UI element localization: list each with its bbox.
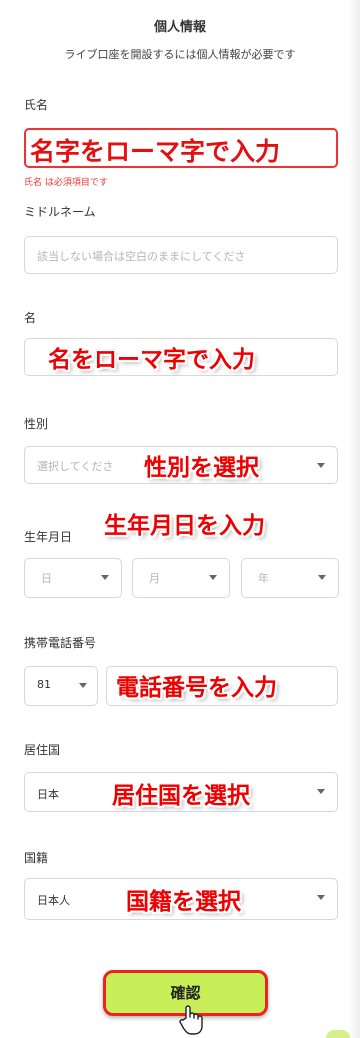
chevron-down-icon [317, 895, 325, 900]
personal-info-page: 個人情報 ライブ口座を開設するには個人情報が必要です 氏名 名字をローマ字で入力… [0, 0, 360, 1038]
chevron-down-icon [101, 575, 109, 580]
phone-annotation: 電話番号を入力 [116, 675, 277, 701]
residence-annotation: 居住国を選択 [112, 783, 250, 809]
phone-label: 携帯電話番号 [24, 636, 97, 650]
last-name-annotation: 名字をローマ字で入力 [30, 137, 281, 166]
pointer-hand-icon [179, 1005, 203, 1035]
chevron-down-icon [317, 463, 325, 468]
country-code-value: 81 [37, 678, 51, 691]
nationality-label: 国籍 [24, 851, 49, 865]
page-title: 個人情報 [153, 20, 206, 35]
gender-label: 性別 [24, 417, 49, 431]
nationality-value: 日本人 [37, 894, 70, 907]
chevron-down-icon [317, 789, 325, 794]
last-name-error: 氏名 は必須項目です [24, 178, 108, 188]
birth-year-placeholder: 年 [258, 572, 269, 585]
last-name-label: 氏名 [24, 98, 49, 112]
middle-name-placeholder: 該当しない場合は空白のままにしてくださ [37, 250, 246, 263]
chevron-down-icon [318, 575, 326, 580]
page-subtitle: ライブ口座を開設するには個人情報が必要です [64, 48, 296, 61]
birth-month-select[interactable]: 月 [132, 558, 230, 598]
middle-name-field[interactable]: 該当しない場合は空白のままにしてくださ [24, 236, 338, 274]
country-code-select[interactable]: 81 [24, 666, 98, 706]
birth-year-select[interactable]: 年 [241, 558, 339, 598]
gender-annotation: 性別を選択 [144, 455, 259, 481]
birth-day-placeholder: 日 [41, 572, 52, 585]
nationality-annotation: 国籍を選択 [126, 889, 241, 915]
birthdate-label: 生年月日 [24, 530, 73, 544]
gender-placeholder: 選択してくださ [37, 460, 114, 473]
birthdate-annotation: 生年月日を入力 [104, 513, 265, 539]
birth-day-select[interactable]: 日 [24, 558, 122, 598]
decorative-blob [326, 1030, 350, 1038]
first-name-annotation: 名をローマ字で入力 [48, 347, 255, 373]
residence-value: 日本 [37, 788, 59, 801]
residence-label: 居住国 [24, 743, 61, 757]
chevron-down-icon [79, 683, 87, 688]
middle-name-label: ミドルネーム [24, 205, 96, 219]
chevron-down-icon [209, 575, 217, 580]
edge-shadow [348, 0, 360, 1038]
last-name-field[interactable]: 名字をローマ字で入力 [24, 128, 338, 168]
first-name-label: 名 [24, 311, 37, 325]
birth-month-placeholder: 月 [149, 572, 160, 585]
